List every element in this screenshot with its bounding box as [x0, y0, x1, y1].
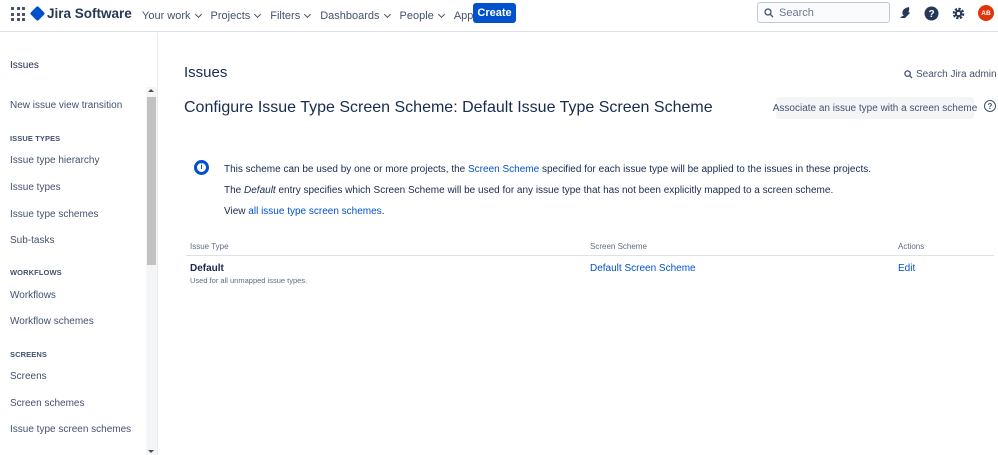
nav-label: Your work	[142, 10, 191, 22]
column-header-issue-type: Issue Type	[190, 242, 229, 251]
table-divider	[186, 255, 994, 256]
chevron-down-icon	[194, 10, 202, 19]
scroll-up-arrow-icon[interactable]	[148, 89, 154, 92]
search-icon	[764, 7, 774, 17]
sidebar-item-issue-type-screen-schemes[interactable]: Issue type screen schemes	[10, 424, 131, 435]
info-line-3: View all issue type screen schemes.	[224, 206, 384, 217]
screen-scheme-link[interactable]: Screen Scheme	[468, 164, 539, 175]
help-icon[interactable]: ?	[923, 5, 939, 21]
nav-label: Projects	[210, 10, 251, 22]
app-switcher-icon[interactable]	[11, 7, 25, 21]
info-text: View	[224, 206, 249, 217]
info-text: entry specifies which Screen Scheme will…	[275, 185, 834, 196]
create-button[interactable]: Create	[473, 3, 516, 23]
search-icon	[904, 70, 913, 79]
sidebar-item-workflow-schemes[interactable]: Workflow schemes	[10, 316, 94, 327]
search-jira-admin-label: Search Jira admin	[916, 69, 997, 80]
all-issue-type-screen-schemes-link[interactable]: all issue type screen schemes	[248, 206, 381, 217]
sidebar-title: Issues	[10, 60, 39, 71]
chevron-down-icon	[383, 10, 391, 19]
nav-filters[interactable]: Filters	[270, 10, 312, 22]
sidebar-heading-issue-types: ISSUE TYPES	[10, 134, 61, 143]
nav-label: People	[399, 10, 434, 22]
nav-people[interactable]: People	[399, 10, 445, 22]
column-header-screen-scheme: Screen Scheme	[590, 242, 647, 251]
nav-projects[interactable]: Projects	[210, 10, 262, 22]
settings-icon[interactable]	[950, 5, 966, 21]
top-navigation: Jira Software Your work Projects Filters…	[0, 0, 998, 32]
chevron-down-icon	[304, 10, 312, 19]
associate-issue-type-button[interactable]: Associate an issue type with a screen sc…	[773, 97, 977, 119]
search-input[interactable]	[779, 6, 879, 19]
info-text: The	[224, 185, 245, 196]
chevron-down-icon	[254, 10, 262, 19]
sidebar-item-sub-tasks[interactable]: Sub-tasks	[10, 235, 54, 246]
nav-label: Filters	[270, 10, 301, 22]
info-text: .	[381, 206, 385, 217]
avatar[interactable]: AB	[978, 5, 994, 21]
notification-icon[interactable]	[897, 5, 913, 21]
nav-dashboards[interactable]: Dashboards	[320, 10, 391, 22]
search-jira-admin-link[interactable]: Search Jira admin	[904, 69, 997, 80]
sidebar-heading-screens: SCREENS	[10, 350, 47, 359]
edit-link[interactable]: Edit	[898, 263, 915, 274]
product-name: Jira Software	[47, 6, 132, 21]
column-header-actions: Actions	[898, 242, 925, 251]
sidebar-item-new-issue-view-transition[interactable]: New issue view transition	[10, 100, 122, 111]
sidebar-item-workflows[interactable]: Workflows	[10, 290, 56, 301]
screen-scheme-link[interactable]: Default Screen Scheme	[590, 263, 696, 274]
sidebar-item-screens[interactable]: Screens	[10, 371, 47, 382]
nav-your-work[interactable]: Your work	[142, 10, 202, 22]
issue-type-description: Used for all unmapped issue types.	[190, 276, 308, 285]
scrollbar-thumb[interactable]	[147, 97, 156, 265]
chevron-down-icon	[437, 10, 445, 19]
sidebar: Issues New issue view transition ISSUE T…	[0, 33, 158, 455]
jira-logo[interactable]: Jira Software	[29, 5, 132, 22]
page-title: Issues	[184, 64, 228, 81]
sidebar-item-screen-schemes[interactable]: Screen schemes	[10, 398, 84, 409]
sidebar-scrollbar[interactable]	[146, 87, 157, 455]
jira-logo-icon	[29, 5, 46, 22]
scroll-down-arrow-icon[interactable]	[148, 450, 154, 453]
scheme-heading: Configure Issue Type Screen Scheme: Defa…	[184, 99, 713, 116]
sidebar-item-issue-type-schemes[interactable]: Issue type schemes	[10, 209, 98, 220]
sidebar-item-issue-type-hierarchy[interactable]: Issue type hierarchy	[10, 155, 100, 166]
info-line-2: The Default entry specifies which Screen…	[224, 185, 833, 196]
info-icon: i	[194, 160, 209, 175]
svg-text:?: ?	[928, 9, 934, 20]
info-emphasis: Default	[244, 185, 276, 196]
primary-nav: Your work Projects Filters Dashboards Pe…	[142, 0, 499, 32]
sidebar-item-issue-types[interactable]: Issue types	[10, 182, 61, 193]
help-icon[interactable]: ?	[984, 100, 996, 112]
info-line-1: This scheme can be used by one or more p…	[224, 164, 871, 175]
sidebar-heading-workflows: WORKFLOWS	[10, 268, 62, 277]
nav-label: Dashboards	[320, 10, 380, 22]
search-field[interactable]	[757, 2, 890, 23]
info-text: This scheme can be used by one or more p…	[224, 164, 469, 175]
info-text: specified for each issue type will be ap…	[539, 164, 872, 175]
issue-type-name: Default	[190, 263, 224, 274]
